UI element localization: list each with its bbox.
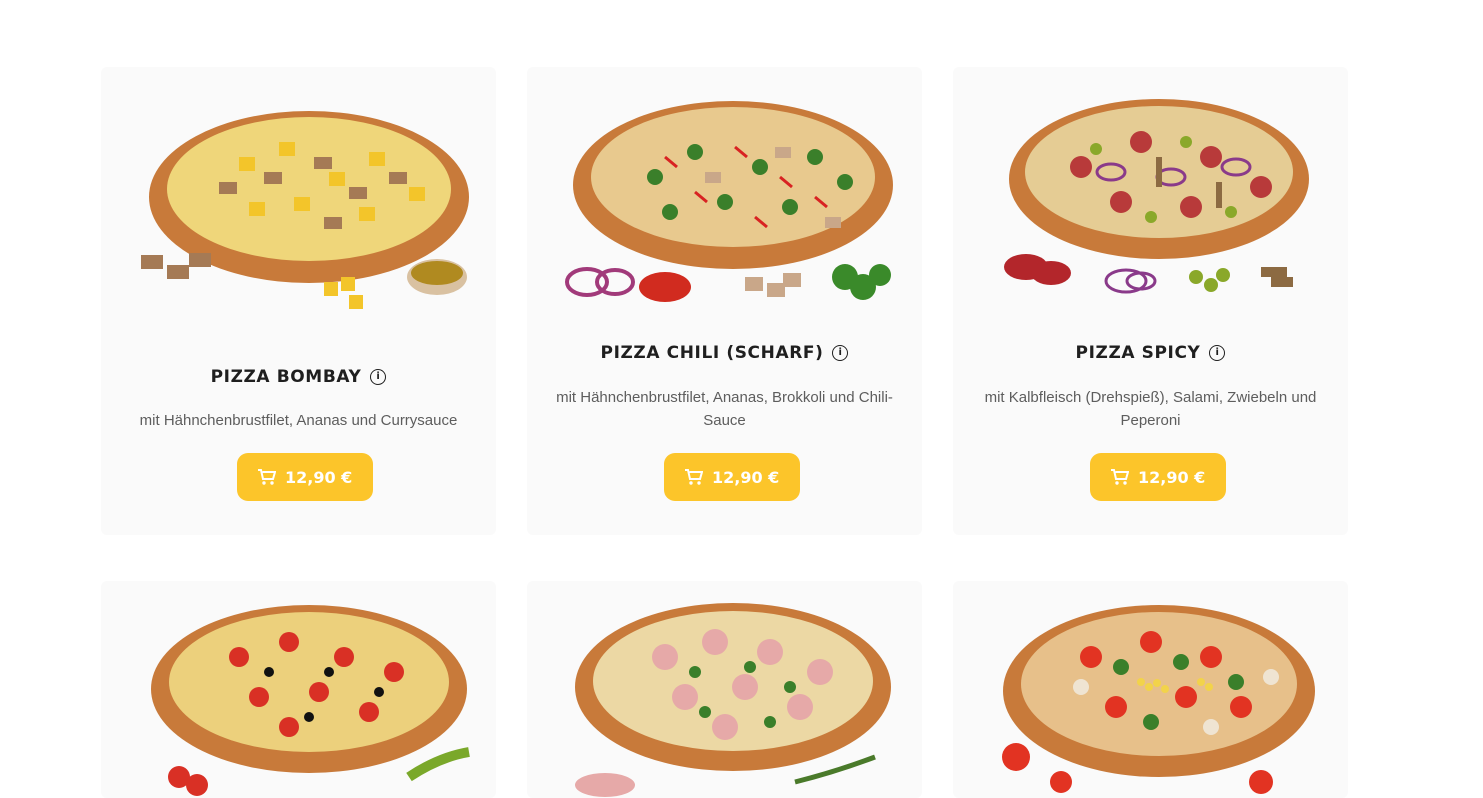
product-name: PIZZA CHILI (SCHARF) xyxy=(600,343,824,363)
pizza-chili-image[interactable] xyxy=(539,73,910,321)
product-title: PIZZA SPICY i xyxy=(953,343,1348,363)
info-icon[interactable]: i xyxy=(1209,345,1226,361)
info-icon[interactable]: i xyxy=(832,345,849,361)
price-label: 12,90 € xyxy=(712,467,780,487)
pizza-image-4[interactable] xyxy=(113,587,484,798)
product-card-pizza-chili: PIZZA CHILI (SCHARF) i mit Hähnchenbrust… xyxy=(527,67,922,535)
product-description: mit Kalbfleisch (Drehspieß), Salami, Zwi… xyxy=(984,389,1317,429)
product-title: PIZZA BOMBAY i xyxy=(101,367,496,387)
product-card-pizza-spicy: PIZZA SPICY i mit Kalbfleisch (Drehspieß… xyxy=(953,67,1348,535)
add-to-cart-button[interactable]: 12,90 € xyxy=(237,453,374,501)
pizza-image-6[interactable] xyxy=(965,587,1336,798)
price-label: 12,90 € xyxy=(285,467,353,487)
product-card-pizza-bombay: PIZZA BOMBAY i mit Hähnchenbrustfilet, A… xyxy=(101,67,496,535)
pizza-image-5[interactable] xyxy=(539,587,910,798)
product-name: PIZZA BOMBAY xyxy=(210,367,362,387)
price-label: 12,90 € xyxy=(1138,467,1206,487)
add-to-cart-button[interactable]: 12,90 € xyxy=(664,453,801,501)
product-card-6 xyxy=(953,581,1348,798)
product-description: mit Hähnchenbrustfilet, Ananas, Brokkoli… xyxy=(556,389,893,429)
cart-icon xyxy=(685,469,703,485)
product-name: PIZZA SPICY xyxy=(1075,343,1201,363)
product-card-5 xyxy=(527,581,922,798)
pizza-spicy-image[interactable] xyxy=(965,73,1336,321)
pizza-bombay-image[interactable] xyxy=(113,73,484,321)
product-title: PIZZA CHILI (SCHARF) i xyxy=(527,343,922,363)
product-card-4 xyxy=(101,581,496,798)
info-icon[interactable]: i xyxy=(370,369,387,385)
product-grid: PIZZA BOMBAY i mit Hähnchenbrustfilet, A… xyxy=(0,0,1483,798)
product-description: mit Hähnchenbrustfilet, Ananas und Curry… xyxy=(139,412,458,429)
add-to-cart-button[interactable]: 12,90 € xyxy=(1090,453,1227,501)
cart-icon xyxy=(1111,469,1129,485)
cart-icon xyxy=(258,469,276,485)
